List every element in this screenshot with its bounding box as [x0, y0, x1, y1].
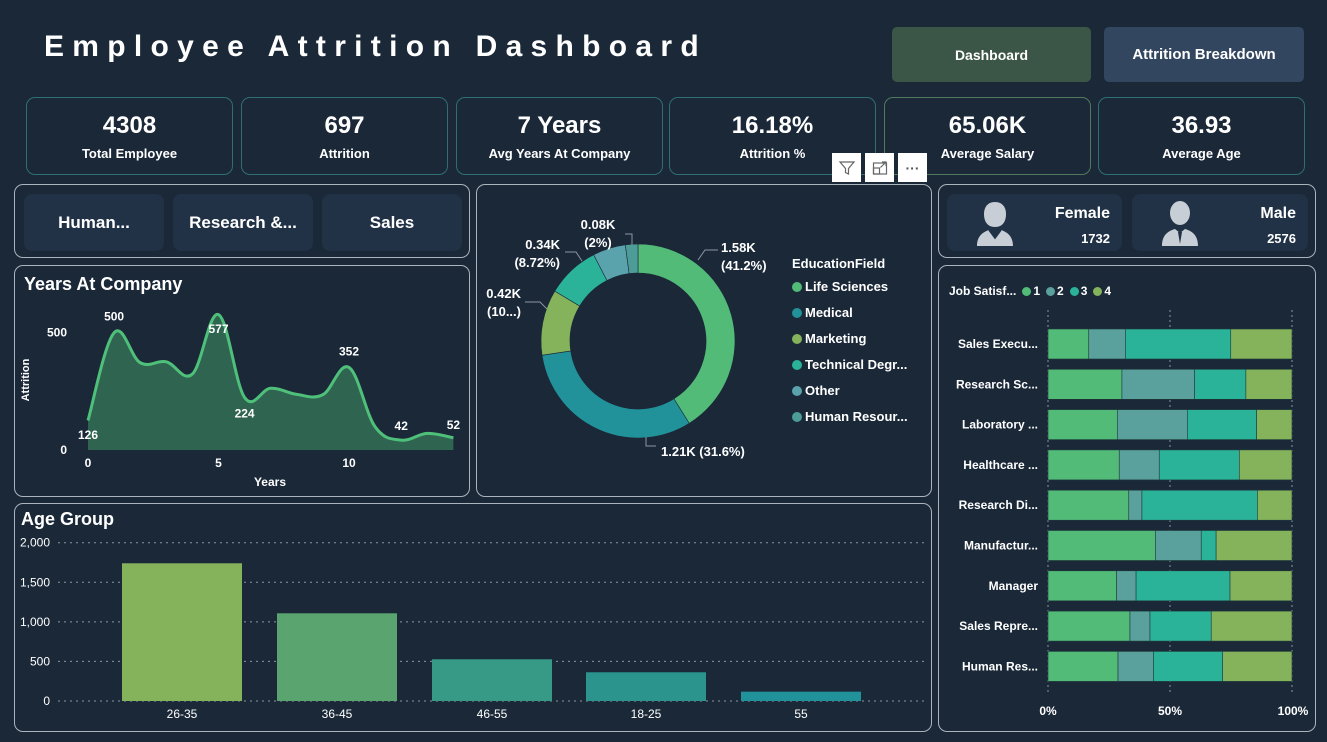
bar-segment-js1[interactable]	[1047, 328, 1090, 360]
filter-icon[interactable]	[832, 153, 861, 182]
bar-segment-js2[interactable]	[1117, 651, 1154, 682]
bar-segment-js1[interactable]	[1047, 489, 1130, 521]
bar-segment-js3[interactable]	[1187, 409, 1257, 440]
bar-segment-js3[interactable]	[1135, 570, 1231, 602]
bar-segment-js2[interactable]	[1116, 409, 1188, 440]
category-label: Human Res...	[962, 659, 1038, 673]
bar-segment-js1[interactable]	[1047, 368, 1123, 400]
category-label: Research Di...	[959, 498, 1038, 512]
x-tick-label: 18-25	[631, 707, 662, 721]
y-tick-label: 0	[43, 694, 50, 708]
y-tick-label: 1,500	[20, 575, 50, 589]
bar-segment-js4[interactable]	[1245, 368, 1293, 400]
bar-segment-js4[interactable]	[1229, 570, 1293, 602]
bar-18-25[interactable]	[586, 672, 706, 701]
category-label: Sales Execu...	[958, 337, 1038, 351]
bar-segment-js3[interactable]	[1194, 368, 1247, 400]
bar-segment-js2[interactable]	[1118, 449, 1160, 481]
bar-segment-js4[interactable]	[1230, 328, 1293, 360]
bar-36-45[interactable]	[277, 613, 397, 701]
bar-segment-js3[interactable]	[1149, 610, 1212, 642]
bar-segment-js4[interactable]	[1215, 530, 1293, 561]
bar-segment-js3[interactable]	[1158, 449, 1240, 481]
bar-segment-js1[interactable]	[1047, 570, 1117, 602]
bar-55[interactable]	[741, 691, 861, 701]
x-tick-label: 0%	[1039, 704, 1057, 718]
y-tick-label: 2,000	[20, 536, 50, 550]
x-tick-label: 26-35	[167, 707, 198, 721]
bar-segment-js3[interactable]	[1153, 651, 1224, 682]
bar-segment-js4[interactable]	[1210, 610, 1293, 642]
bar-segment-js4[interactable]	[1222, 651, 1293, 682]
category-label: Laboratory ...	[962, 418, 1038, 432]
category-label: Healthcare ...	[963, 458, 1038, 472]
y-tick-label: 500	[30, 654, 50, 668]
bar-26-35[interactable]	[122, 563, 242, 701]
x-tick-label: 50%	[1158, 704, 1182, 718]
bar-segment-js2[interactable]	[1129, 610, 1151, 642]
bar-segment-js1[interactable]	[1047, 449, 1120, 481]
y-tick-label: 1,000	[20, 615, 50, 629]
bar-segment-js3[interactable]	[1200, 530, 1217, 561]
bar-segment-js3[interactable]	[1141, 489, 1258, 521]
bar-segment-js3[interactable]	[1125, 328, 1232, 360]
x-tick-label: 36-45	[322, 707, 353, 721]
bar-segment-js1[interactable]	[1047, 409, 1118, 440]
bar-segment-js1[interactable]	[1047, 530, 1156, 561]
category-label: Sales Repre...	[959, 619, 1038, 633]
bar-segment-js4[interactable]	[1256, 409, 1293, 440]
x-tick-label: 55	[794, 707, 808, 721]
category-label: Manager	[989, 579, 1039, 593]
bar-segment-js2[interactable]	[1155, 530, 1202, 561]
category-label: Research Sc...	[956, 377, 1038, 391]
focus-mode-icon[interactable]	[865, 153, 894, 182]
bar-segment-js1[interactable]	[1047, 651, 1119, 682]
bar-segment-js2[interactable]	[1121, 368, 1195, 400]
age-group-chart: 0 500 1,000 1,500 2,000 26-35 36-45 46-55 18-25 5…	[20, 536, 928, 721]
bar-segment-js2[interactable]	[1088, 328, 1126, 360]
bar-segment-js1[interactable]	[1047, 610, 1131, 642]
x-tick-label: 100%	[1278, 704, 1309, 718]
bar-segment-js2[interactable]	[1116, 570, 1137, 602]
category-label: Manufactur...	[964, 539, 1038, 553]
bar-segment-js4[interactable]	[1257, 489, 1293, 521]
more-options-icon[interactable]: ···	[898, 153, 927, 182]
x-tick-label: 46-55	[477, 707, 508, 721]
bar-46-55[interactable]	[432, 659, 552, 701]
bar-segment-js4[interactable]	[1238, 449, 1293, 481]
bar-segment-js2[interactable]	[1128, 489, 1143, 521]
visual-header-toolbar: ···	[832, 153, 927, 182]
